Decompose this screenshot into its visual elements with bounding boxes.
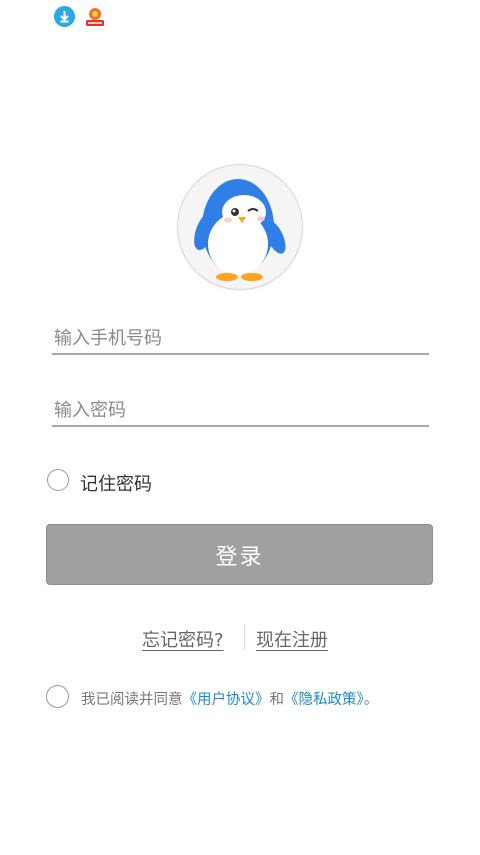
- agreement-radio[interactable]: [46, 685, 69, 708]
- remember-password-radio[interactable]: [47, 469, 69, 491]
- user-agreement-link[interactable]: 《用户协议》: [183, 692, 270, 708]
- agreement-and: 和: [269, 692, 285, 708]
- agreement-suffix: 。: [363, 692, 379, 708]
- links-divider: [244, 624, 245, 650]
- password-field[interactable]: [52, 395, 431, 427]
- remember-password-label[interactable]: 记住密码: [80, 470, 152, 496]
- forgot-password-link[interactable]: 忘记密码?: [142, 626, 224, 652]
- login-button[interactable]: 登录: [46, 524, 433, 585]
- auth-links: 忘记密码? 现在注册: [0, 624, 480, 652]
- privacy-policy-link[interactable]: 《隐私政策》: [284, 692, 364, 708]
- agreement-prefix: 我已阅读并同意: [81, 692, 183, 708]
- app-notification-icon: [84, 6, 106, 27]
- password-input[interactable]: [52, 395, 431, 425]
- register-link[interactable]: 现在注册: [256, 626, 328, 652]
- phone-field[interactable]: [52, 323, 431, 355]
- phone-input[interactable]: [52, 323, 431, 353]
- status-bar: [0, 0, 480, 34]
- agreement-text: 我已阅读并同意《用户协议》和《隐私政策》。: [81, 688, 378, 709]
- penguin-mascot-icon: [194, 179, 286, 281]
- app-logo: [178, 165, 302, 289]
- download-icon: [54, 6, 75, 27]
